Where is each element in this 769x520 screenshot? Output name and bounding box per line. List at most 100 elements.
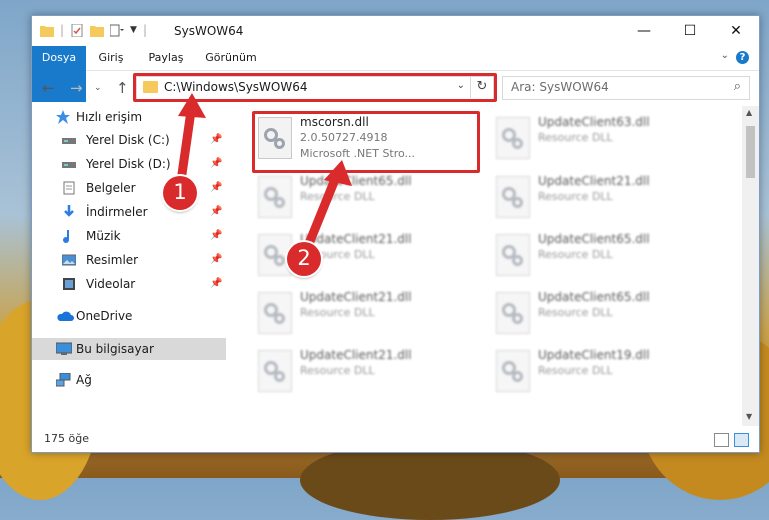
tiles-view-icon[interactable] — [734, 433, 749, 447]
file-highlight-box — [252, 111, 480, 173]
documents-icon — [63, 181, 75, 195]
file-name: UpdateClient19.dll — [538, 348, 650, 362]
customize-toolbar-icon[interactable] — [110, 24, 125, 37]
dll-file-icon — [496, 234, 530, 276]
pin-icon: 📌 — [210, 134, 223, 145]
window-title: SysWOW64 — [174, 24, 244, 38]
tab-home[interactable]: Giriş — [86, 46, 136, 70]
file-item[interactable]: UpdateClient65.dll Resource DLL — [492, 286, 722, 342]
back-arrow-icon[interactable]: ← — [42, 79, 55, 97]
file-name: UpdateClient65.dll — [538, 290, 650, 304]
video-icon — [63, 278, 75, 290]
sidebar-item-downloads[interactable]: İndirmeler 📌 — [32, 201, 226, 223]
sidebar-item-label: Yerel Disk (C:) — [86, 133, 170, 147]
file-description: Resource DLL — [300, 190, 375, 203]
network-icon — [56, 373, 71, 387]
dll-file-icon — [496, 117, 530, 159]
sidebar-item-label: Hızlı erişim — [76, 110, 143, 124]
pin-icon: 📌 — [210, 158, 223, 169]
file-item[interactable]: UpdateClient19.dll Resource DLL — [492, 344, 722, 400]
drive-icon — [62, 138, 76, 144]
sidebar-item-local-disk-c[interactable]: Yerel Disk (C:) 📌 — [32, 129, 226, 151]
computer-icon — [56, 342, 72, 355]
recent-locations-icon[interactable]: ⌄ — [94, 83, 102, 93]
sidebar-item-label: Müzik — [86, 229, 121, 243]
address-highlight-box — [133, 73, 497, 102]
title-bar: | ▼ | SysWOW64 — ☐ ✕ — [32, 16, 759, 46]
sidebar-item-quick-access[interactable]: Hızlı erişim — [32, 106, 226, 128]
dll-file-icon — [258, 350, 292, 392]
tab-share[interactable]: Paylaş — [136, 46, 196, 70]
ribbon-tabs: Dosya Giriş Paylaş Görünüm ⌄ ? — [32, 46, 759, 102]
up-arrow-icon[interactable]: ↑ — [116, 79, 129, 97]
step-marker-1: 1 — [163, 176, 197, 210]
file-item[interactable]: UpdateClient63.dll Resource DLL — [492, 111, 722, 167]
status-bar: 175 öğe — [32, 428, 759, 452]
sidebar-item-label: Ağ — [76, 373, 92, 387]
folder-icon — [40, 25, 54, 37]
navigation-pane: Hızlı erişim Yerel Disk (C:) 📌 Yerel Dis… — [32, 106, 228, 426]
file-name: UpdateClient63.dll — [538, 115, 650, 129]
file-name: UpdateClient65.dll — [300, 174, 412, 188]
search-input[interactable]: Ara: SysWOW64 ⌕ — [502, 76, 750, 100]
file-description: Resource DLL — [300, 306, 375, 319]
search-placeholder: Ara: SysWOW64 — [511, 80, 609, 94]
sidebar-item-label: Bu bilgisayar — [76, 342, 154, 356]
pin-icon: 📌 — [210, 254, 223, 265]
quick-access-toolbar: | ▼ | — [40, 23, 147, 37]
forward-arrow-icon[interactable]: → — [70, 79, 83, 97]
sidebar-item-label: Belgeler — [86, 181, 136, 195]
file-description: Resource DLL — [538, 190, 613, 203]
dll-file-icon — [258, 176, 292, 218]
sidebar-item-label: Resimler — [86, 253, 139, 267]
file-name: UpdateClient21.dll — [300, 232, 412, 246]
file-item[interactable]: UpdateClient65.dll Resource DLL — [492, 228, 722, 284]
file-item[interactable]: UpdateClient21.dll Resource DLL — [254, 286, 484, 342]
file-name: UpdateClient21.dll — [300, 348, 412, 362]
pin-icon: 📌 — [210, 206, 223, 217]
new-folder-icon[interactable] — [90, 24, 105, 37]
dll-file-icon — [496, 176, 530, 218]
cloud-icon — [57, 311, 74, 321]
sidebar-item-onedrive[interactable]: OneDrive — [32, 305, 226, 327]
close-button[interactable]: ✕ — [713, 16, 759, 46]
file-name: UpdateClient21.dll — [538, 174, 650, 188]
scroll-up-icon[interactable]: ▲ — [746, 108, 752, 117]
search-icon: ⌕ — [733, 79, 741, 94]
sidebar-item-music[interactable]: Müzik 📌 — [32, 225, 226, 247]
expand-ribbon-icon[interactable]: ⌄ — [721, 50, 729, 61]
sidebar-item-pictures[interactable]: Resimler 📌 — [32, 249, 226, 271]
file-explorer-window: | ▼ | SysWOW64 — ☐ ✕ Dosya Giriş Paylaş … — [31, 15, 760, 453]
sidebar-item-videos[interactable]: Videolar 📌 — [32, 273, 226, 295]
file-description: Resource DLL — [538, 364, 613, 377]
music-icon — [63, 230, 69, 243]
maximize-button[interactable]: ☐ — [667, 16, 713, 46]
properties-icon[interactable] — [70, 23, 84, 37]
help-icon[interactable]: ? — [736, 51, 749, 64]
file-description: Resource DLL — [538, 131, 613, 144]
file-item[interactable]: UpdateClient65.dll Resource DLL — [254, 170, 484, 226]
star-icon — [56, 110, 70, 124]
sidebar-item-this-pc[interactable]: Bu bilgisayar — [32, 338, 226, 360]
scrollbar-thumb[interactable] — [746, 126, 755, 178]
sidebar-item-network[interactable]: Ağ — [32, 369, 226, 391]
minimize-button[interactable]: — — [621, 16, 667, 46]
scroll-down-icon[interactable]: ▼ — [746, 412, 752, 421]
pin-icon: 📌 — [210, 230, 223, 241]
dll-file-icon — [496, 350, 530, 392]
tab-view[interactable]: Görünüm — [196, 46, 266, 70]
file-item[interactable]: UpdateClient21.dll Resource DLL — [254, 344, 484, 400]
sidebar-item-label: Yerel Disk (D:) — [86, 157, 171, 171]
sidebar-item-documents[interactable]: Belgeler 📌 — [32, 177, 226, 199]
file-name: UpdateClient65.dll — [538, 232, 650, 246]
sidebar-item-label: Videolar — [86, 277, 136, 291]
vertical-scrollbar[interactable]: ▲ ▼ — [742, 106, 759, 426]
separator: | — [142, 23, 148, 37]
pictures-icon — [62, 254, 76, 266]
toolbar-dropdown-icon[interactable]: ▼ — [130, 25, 137, 35]
file-item[interactable]: UpdateClient21.dll Resource DLL — [492, 170, 722, 226]
file-description: Resource DLL — [538, 306, 613, 319]
separator: | — [60, 23, 65, 37]
sidebar-item-local-disk-d[interactable]: Yerel Disk (D:) 📌 — [32, 153, 226, 175]
details-view-icon[interactable] — [714, 433, 729, 447]
